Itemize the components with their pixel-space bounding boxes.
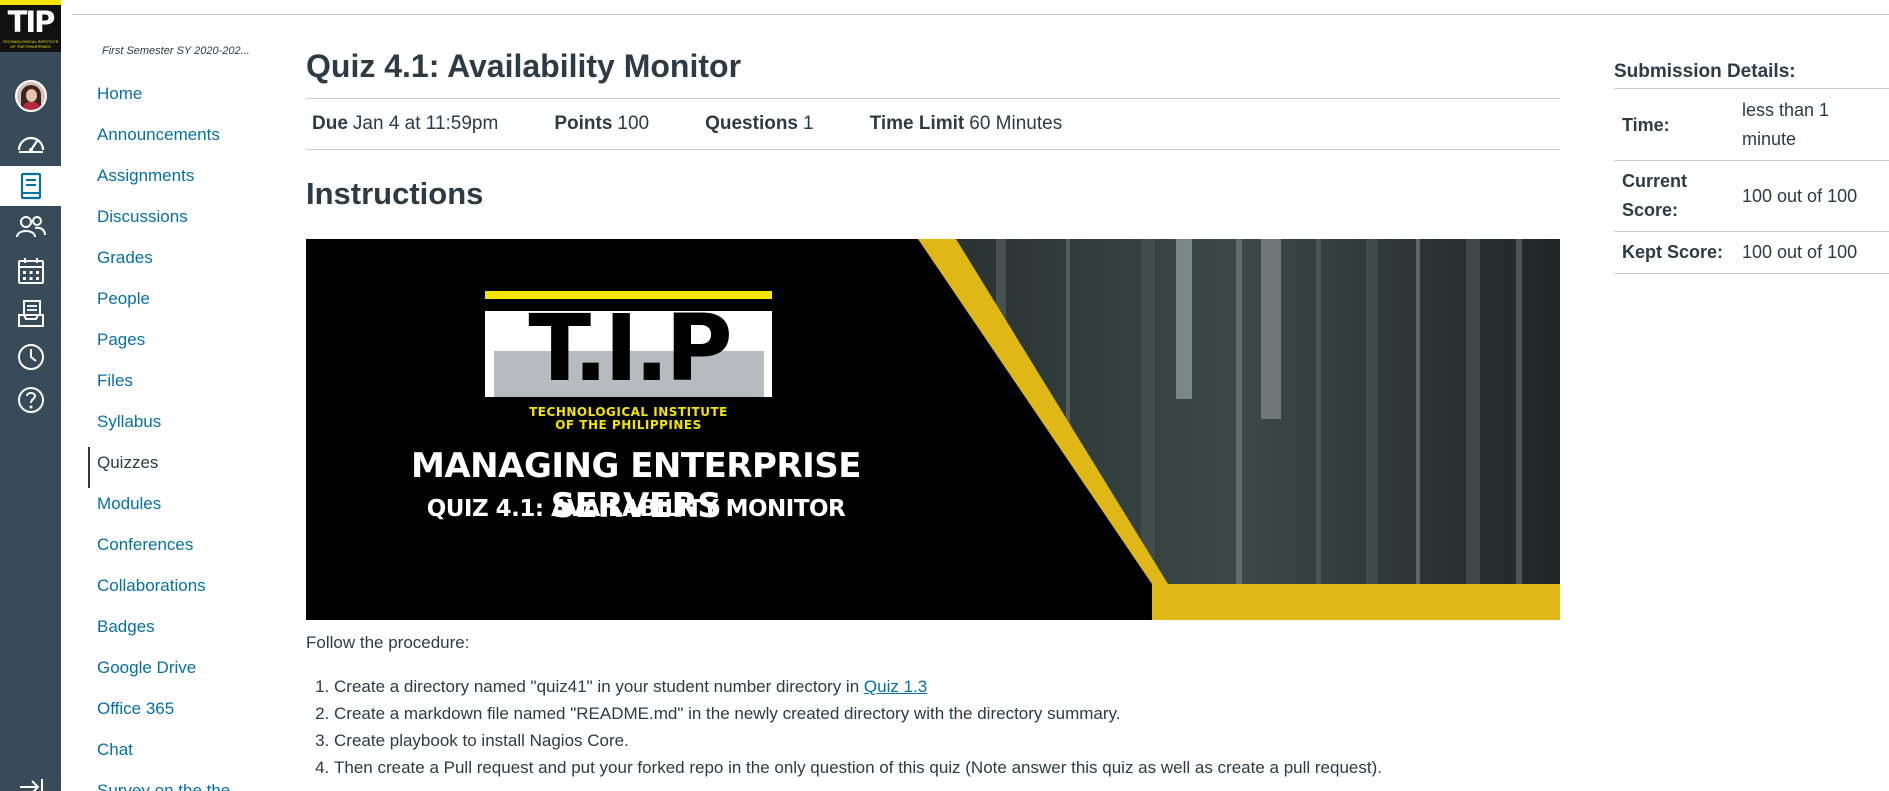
quiz-meta: Due Jan 4 at 11:59pm Points 100 Questions 1…	[306, 98, 1560, 150]
procedure-steps: Create a directory named "quiz41" in you…	[334, 673, 1382, 781]
logo-letters: T.I.P	[528, 295, 732, 402]
logo-sub-line-2: OF THE PHILIPPINES	[555, 418, 702, 432]
dashboard-nav-item[interactable]	[0, 123, 61, 163]
course-nav-google-drive[interactable]: Google Drive	[88, 652, 268, 693]
current-score-value: 100 out of 100	[1734, 160, 1889, 232]
time-limit-label: Time Limit	[869, 113, 965, 134]
step-3-text: Create playbook to install Nagios Core.	[334, 731, 629, 750]
quiz-1-3-link[interactable]: Quiz 1.3	[864, 677, 927, 696]
list-item: Then create a Pull request and put your …	[334, 754, 1382, 781]
course-term: First Semester SY 2020-202...	[102, 45, 250, 57]
page-title: Quiz 4.1: Availability Monitor	[306, 48, 742, 84]
course-nav-survey[interactable]: Survey on the the	[88, 775, 268, 791]
collapse-nav-button[interactable]	[0, 772, 61, 791]
course-nav-syllabus[interactable]: Syllabus	[88, 406, 268, 447]
account-avatar-icon	[14, 80, 47, 112]
collapse-nav-icon	[19, 779, 43, 791]
step-2-text: Create a markdown file named "README.md"…	[334, 704, 1121, 723]
inbox-nav-item[interactable]	[0, 294, 61, 334]
history-nav-item[interactable]	[0, 337, 61, 377]
course-nav-chat[interactable]: Chat	[88, 734, 268, 775]
kept-score-label: Kept Score:	[1614, 231, 1734, 274]
groups-icon	[15, 216, 46, 238]
help-icon	[17, 387, 44, 413]
account-nav-item[interactable]	[0, 76, 61, 116]
questions-value: 1	[803, 113, 814, 134]
course-nav-discussions[interactable]: Discussions	[88, 201, 268, 242]
course-nav-assignments[interactable]: Assignments	[88, 160, 268, 201]
step-1-text: Create a directory named "quiz41" in you…	[334, 677, 864, 696]
course-nav-conferences[interactable]: Conferences	[88, 529, 268, 570]
list-item: Create a markdown file named "README.md"…	[334, 700, 1382, 727]
points-value: 100	[617, 113, 650, 134]
quiz-main: Quiz 4.1: Availability Monitor Due Jan 4 …	[306, 40, 1560, 777]
course-nav-people[interactable]: People	[88, 283, 268, 324]
course-nav-quizzes[interactable]: Quizzes	[88, 447, 268, 488]
course-nav-office-365[interactable]: Office 365	[88, 693, 268, 734]
kept-score-value: 100 out of 100	[1734, 231, 1889, 274]
table-row: Current Score: 100 out of 100	[1614, 160, 1889, 232]
time-limit-value: 60 Minutes	[969, 113, 1063, 134]
course-nav: Home Announcements Assignments Discussio…	[88, 78, 268, 791]
table-row: Kept Score: 100 out of 100	[1614, 231, 1889, 274]
tip-logo: T.I.P	[485, 291, 772, 416]
quiz-points: Points 100	[554, 113, 649, 135]
questions-label: Questions	[705, 113, 798, 134]
course-nav-files[interactable]: Files	[88, 365, 268, 406]
due-value: Jan 4 at 11:59pm	[352, 113, 499, 134]
top-divider	[72, 14, 1889, 15]
quiz-banner-image: T.I.P TECHNOLOGICAL INSTITUTE OF THE PHI…	[306, 239, 1560, 620]
submission-details-table: Time: less than 1 minute Current Score: …	[1614, 90, 1889, 274]
time-value: less than 1 minute	[1734, 90, 1889, 161]
course-nav-pages[interactable]: Pages	[88, 324, 268, 365]
banner-subtitle: QUIZ 4.1: AVAILABILITY MONITOR	[426, 496, 846, 522]
help-nav-item[interactable]	[0, 380, 61, 420]
courses-icon	[20, 172, 41, 200]
quiz-due: Due Jan 4 at 11:59pm	[312, 113, 498, 135]
calendar-nav-item[interactable]	[0, 251, 61, 291]
inbox-icon	[17, 300, 44, 327]
logo-subtext: TECHNOLOGICAL INSTITUTE OF THE PHILIPPIN…	[2, 39, 59, 49]
course-nav-badges[interactable]: Badges	[88, 611, 268, 652]
logo-text: TIP	[7, 5, 56, 39]
points-label: Points	[554, 113, 613, 134]
time-label: Time:	[1614, 90, 1734, 161]
history-icon	[17, 344, 44, 370]
procedure-intro: Follow the procedure:	[306, 633, 470, 652]
current-score-label: Current Score:	[1614, 160, 1734, 232]
courses-nav-item[interactable]	[0, 166, 61, 206]
course-nav-grades[interactable]: Grades	[88, 242, 268, 283]
submission-details-heading: Submission Details:	[1614, 58, 1889, 89]
calendar-icon	[17, 258, 44, 284]
course-nav-home[interactable]: Home	[88, 78, 268, 119]
quiz-time-limit: Time Limit 60 Minutes	[870, 113, 1063, 135]
dashboard-icon	[17, 136, 44, 153]
submission-details: Submission Details: Time: less than 1 mi…	[1614, 58, 1889, 274]
course-nav-collaborations[interactable]: Collaborations	[88, 570, 268, 611]
quiz-questions: Questions 1	[705, 113, 813, 135]
step-4-text: Then create a Pull request and put your …	[334, 758, 1382, 777]
global-nav: TIP TECHNOLOGICAL INSTITUTE OF THE PHILI…	[0, 0, 61, 791]
list-item: Create a directory named "quiz41" in you…	[334, 673, 1382, 700]
list-item: Create playbook to install Nagios Core.	[334, 727, 1382, 754]
due-label: Due	[312, 113, 348, 134]
logo-institution-name: TECHNOLOGICAL INSTITUTE OF THE PHILIPPIN…	[485, 406, 772, 432]
table-row: Time: less than 1 minute	[1614, 90, 1889, 161]
course-nav-modules[interactable]: Modules	[88, 488, 268, 529]
course-nav-announcements[interactable]: Announcements	[88, 119, 268, 160]
instructions-heading: Instructions	[306, 176, 484, 211]
groups-nav-item[interactable]	[0, 207, 61, 247]
institution-logo[interactable]: TIP TECHNOLOGICAL INSTITUTE OF THE PHILI…	[0, 0, 61, 52]
